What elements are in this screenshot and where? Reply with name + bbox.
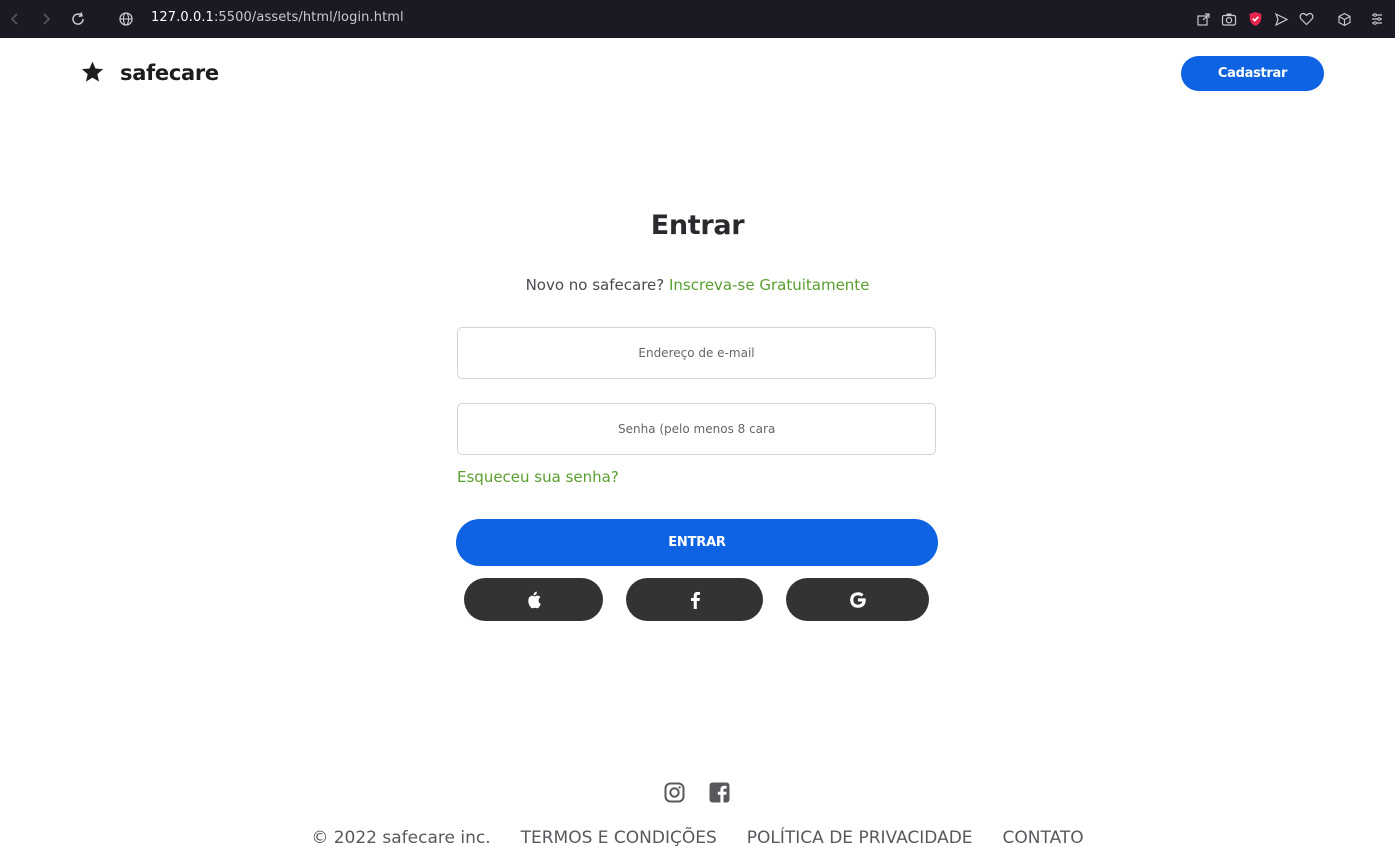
google-icon: [849, 591, 866, 608]
heart-icon[interactable]: [1297, 10, 1315, 28]
email-field[interactable]: [457, 327, 936, 379]
apple-login-button[interactable]: [464, 578, 603, 621]
contact-link[interactable]: CONTATO: [1003, 828, 1084, 848]
facebook-square-icon[interactable]: [708, 781, 730, 803]
terms-link[interactable]: TERMOS E CONDIÇÕES: [521, 828, 717, 848]
signup-free-link[interactable]: Inscreva-se Gratuitamente: [669, 276, 869, 294]
footer-links: © 2022 safecare inc. TERMOS E CONDIÇÕES …: [0, 828, 1395, 848]
shield-icon[interactable]: [1246, 10, 1264, 28]
logo[interactable]: safecare: [80, 60, 219, 85]
send-icon[interactable]: [1272, 10, 1290, 28]
signup-button[interactable]: Cadastrar: [1181, 56, 1324, 91]
screenshot-icon[interactable]: [1220, 10, 1238, 28]
instagram-icon[interactable]: [663, 781, 685, 803]
apple-icon: [527, 591, 541, 608]
forward-icon[interactable]: [36, 9, 56, 29]
logo-text: safecare: [120, 60, 219, 85]
address-bar[interactable]: 127.0.0.1:5500/assets/html/login.html: [151, 10, 404, 25]
facebook-login-button[interactable]: [626, 578, 763, 621]
page-title: Entrar: [650, 210, 745, 241]
url-path: :5500/assets/html/login.html: [213, 10, 404, 25]
google-login-button[interactable]: [786, 578, 929, 621]
reload-icon[interactable]: [68, 9, 88, 29]
enter-button[interactable]: ENTRAR: [456, 519, 938, 566]
cube-icon[interactable]: [1335, 10, 1353, 28]
password-field[interactable]: [457, 403, 936, 455]
url-host: 127.0.0.1: [151, 10, 214, 25]
copyright: © 2022 safecare inc.: [311, 828, 491, 848]
signup-prompt: Novo no safecare? Inscreva-se Gratuitame…: [0, 276, 1395, 294]
star-icon: [81, 61, 104, 82]
back-icon[interactable]: [5, 9, 25, 29]
facebook-icon: [690, 591, 700, 609]
share-icon[interactable]: [1194, 10, 1212, 28]
privacy-link[interactable]: POLÍTICA DE PRIVACIDADE: [747, 828, 973, 848]
site-info-icon[interactable]: [116, 9, 136, 29]
browser-toolbar: 127.0.0.1:5500/assets/html/login.html: [0, 0, 1395, 38]
menu-icon[interactable]: [1368, 10, 1386, 28]
signup-prompt-text: Novo no safecare?: [525, 276, 665, 294]
forgot-password-link[interactable]: Esqueceu sua senha?: [457, 468, 619, 486]
